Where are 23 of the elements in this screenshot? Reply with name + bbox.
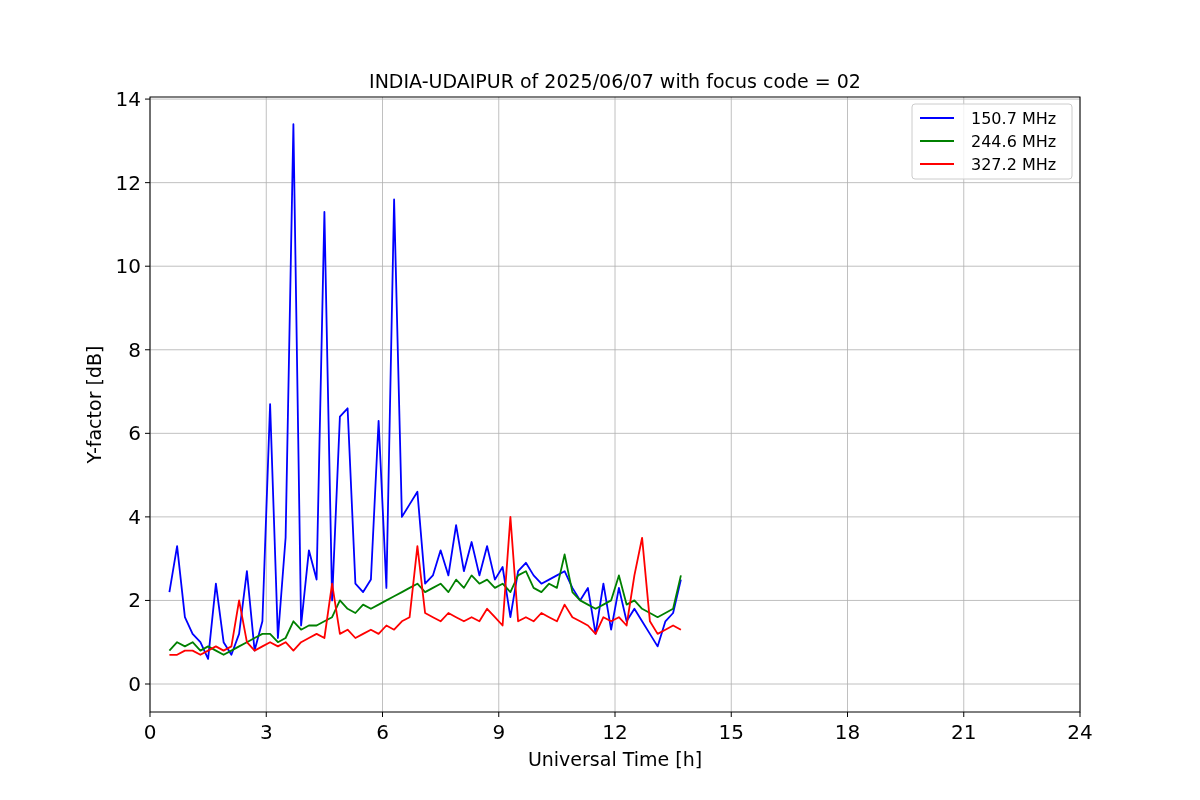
y-tick-label: 12 [115, 170, 141, 195]
y-tick-label: 6 [128, 421, 141, 446]
chart-title: INDIA-UDAIPUR of 2025/06/07 with focus code = 02 [369, 70, 861, 92]
y-tick-label: 0 [128, 672, 141, 696]
x-tick-label: 9 [492, 720, 506, 744]
x-tick-label: 12 [602, 720, 628, 744]
y-axis-label: Y-factor [dB] [83, 345, 105, 464]
legend-label: 150.7 MHz [971, 109, 1057, 128]
x-tick-label: 6 [376, 720, 389, 744]
x-tick-label: 24 [1067, 720, 1093, 744]
x-tick-label: 18 [834, 720, 861, 744]
x-tick-label: 15 [718, 720, 744, 744]
y-tick-label: 2 [128, 588, 141, 613]
x-tick-label: 21 [951, 720, 977, 744]
x-tick-label: 0 [143, 720, 157, 744]
x-tick-label: 3 [259, 720, 273, 744]
y-tick-label: 4 [128, 504, 141, 529]
y-tick-label: 14 [115, 87, 141, 112]
y-tick-label: 10 [115, 254, 141, 279]
y-tick-label: 8 [128, 337, 141, 362]
x-axis-label: Universal Time [h] [527, 748, 703, 770]
legend-label: 327.2 MHz [971, 155, 1057, 174]
legend-label: 244.6 MHz [971, 132, 1057, 151]
